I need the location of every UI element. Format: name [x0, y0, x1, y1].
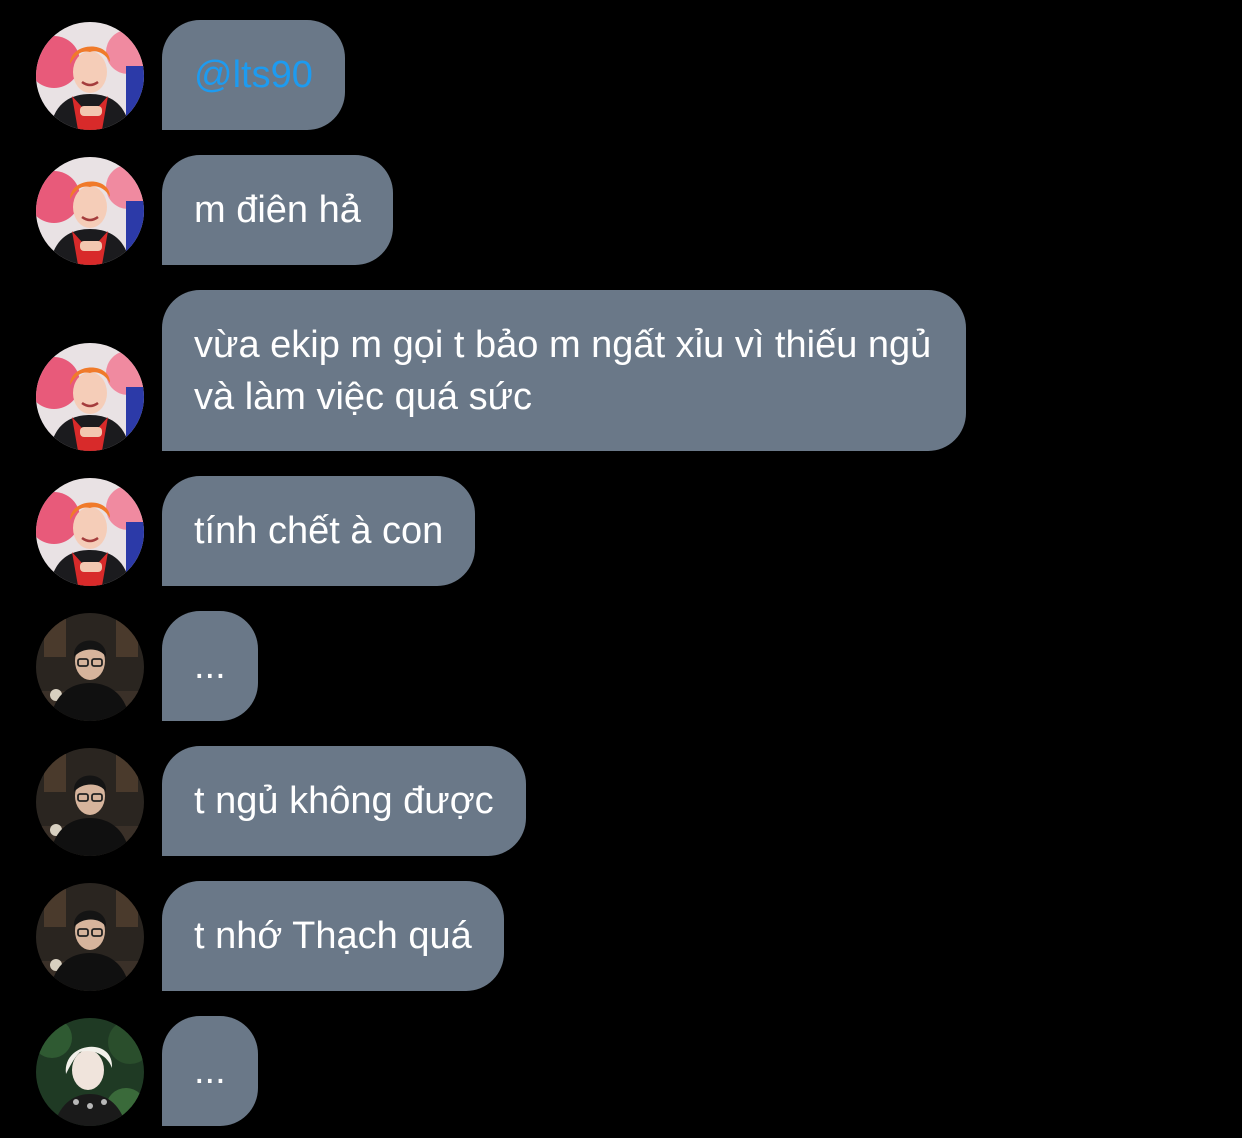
avatar-dark-portrait-person-icon — [36, 883, 144, 991]
message-bubble[interactable]: t nhớ Thạch quá — [162, 881, 504, 991]
message-row: tính chết à con — [0, 476, 1242, 586]
message-row: ... — [0, 1016, 1242, 1126]
message-text: ... — [194, 1050, 226, 1092]
message-bubble[interactable]: vừa ekip m gọi t bảo m ngất xỉu vì thiếu… — [162, 290, 966, 451]
avatar-blonde-person-greenery-icon — [36, 1018, 144, 1126]
mention-link[interactable]: @lts90 — [194, 49, 313, 101]
avatar[interactable] — [36, 343, 144, 451]
message-row: t nhớ Thạch quá — [0, 881, 1242, 991]
message-text: vừa ekip m gọi t bảo m ngất xỉu vì thiếu… — [194, 323, 932, 418]
message-text: tính chết à con — [194, 510, 444, 552]
message-bubble[interactable]: tính chết à con — [162, 476, 476, 586]
avatar[interactable] — [36, 157, 144, 265]
message-text: t ngủ không được — [194, 780, 494, 822]
message-bubble[interactable]: @lts90 — [162, 20, 345, 130]
avatar-orange-hair-person-icon — [36, 343, 144, 451]
message-bubble[interactable]: m điên hả — [162, 155, 393, 265]
message-bubble[interactable]: t ngủ không được — [162, 746, 526, 856]
message-row: ... — [0, 611, 1242, 721]
avatar[interactable] — [36, 1018, 144, 1126]
message-bubble[interactable]: ... — [162, 611, 258, 721]
chat-thread: @lts90 m điên hả vừa ekip m gọi t bảo m … — [0, 0, 1242, 1138]
avatar[interactable] — [36, 478, 144, 586]
message-row: m điên hả — [0, 155, 1242, 265]
avatar[interactable] — [36, 883, 144, 991]
avatar-orange-hair-person-icon — [36, 22, 144, 130]
avatar-dark-portrait-person-icon — [36, 613, 144, 721]
message-bubble[interactable]: ... — [162, 1016, 258, 1126]
message-text: ... — [194, 645, 226, 687]
avatar-dark-portrait-person-icon — [36, 748, 144, 856]
avatar-orange-hair-person-icon — [36, 157, 144, 265]
avatar[interactable] — [36, 748, 144, 856]
message-text: t nhớ Thạch quá — [194, 915, 472, 957]
message-text: m điên hả — [194, 189, 361, 231]
avatar[interactable] — [36, 22, 144, 130]
message-row: t ngủ không được — [0, 746, 1242, 856]
message-row: @lts90 — [0, 20, 1242, 130]
avatar-orange-hair-person-icon — [36, 478, 144, 586]
message-row: vừa ekip m gọi t bảo m ngất xỉu vì thiếu… — [0, 290, 1242, 451]
avatar[interactable] — [36, 613, 144, 721]
